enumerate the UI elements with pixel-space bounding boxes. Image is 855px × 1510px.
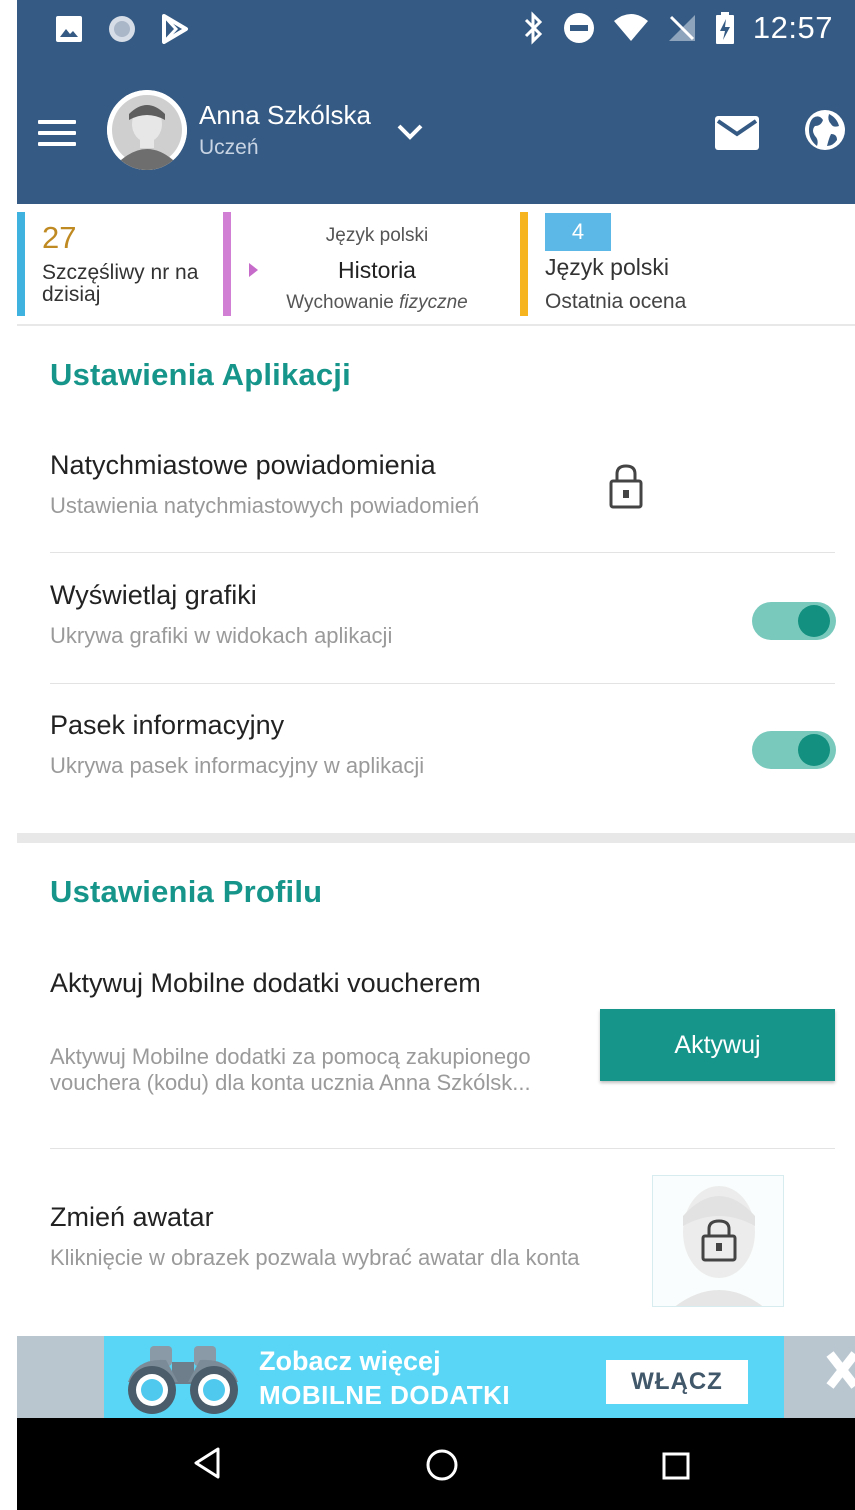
close-icon[interactable]	[826, 1348, 855, 1392]
circle-app-icon	[109, 16, 135, 42]
setting-subtitle: Ukrywa pasek informacyjny w aplikacji	[50, 753, 425, 778]
voucher-subtitle: Aktywuj Mobilne dodatki za pomocą zakupi…	[50, 1044, 531, 1095]
lesson-next-text: Wychowanie	[286, 292, 400, 313]
lock-icon[interactable]	[609, 463, 643, 509]
setting-title: Natychmiastowe powiadomienia	[50, 450, 436, 480]
back-icon[interactable]	[192, 1446, 222, 1480]
mail-icon[interactable]	[715, 116, 759, 150]
no-signal-icon	[668, 15, 695, 41]
section-separator	[17, 833, 855, 843]
home-icon[interactable]	[425, 1448, 459, 1482]
wifi-icon	[613, 14, 648, 41]
avatar[interactable]	[107, 90, 187, 170]
last-grade-badge[interactable]: 4	[545, 213, 611, 251]
setting-subtitle: Ustawienia natychmiastowych powiadomień	[50, 493, 480, 518]
user-name[interactable]: Anna Szkólska	[199, 100, 371, 131]
enable-addons-button[interactable]: WŁĄCZ	[606, 1360, 748, 1404]
battery-charging-icon	[715, 12, 734, 44]
setting-subtitle: Ukrywa grafiki w widokach aplikacji	[50, 623, 393, 648]
toggle-knob	[798, 734, 830, 766]
promo-banner[interactable]: Zobacz więcej MOBILNE DODATKI WŁĄCZ	[104, 1336, 784, 1418]
lesson-current[interactable]: Historia	[231, 257, 523, 284]
play-store-icon	[162, 14, 188, 44]
last-grade-subject: Język polski	[545, 254, 669, 280]
setting-title: Pasek informacyjny	[50, 710, 285, 740]
voucher-title: Aktywuj Mobilne dodatki voucherem	[50, 968, 481, 998]
last-grade-accent	[520, 212, 528, 316]
image-icon	[56, 16, 82, 42]
user-role: Uczeń	[199, 136, 259, 159]
toggle-knob	[798, 605, 830, 637]
status-left-icons	[55, 14, 189, 44]
placeholder-avatar-icon	[675, 1186, 763, 1306]
status-time: 12:57	[752, 10, 833, 45]
user-avatar-icon	[107, 90, 187, 170]
profile-settings-title: Ustawienia Profilu	[50, 874, 323, 909]
bluetooth-icon	[524, 11, 543, 45]
info-strip: 27 Szczęśliwy nr na dzisiaj Język polski…	[17, 208, 855, 320]
lucky-number[interactable]: 27	[42, 220, 76, 256]
avatar-picker[interactable]	[652, 1175, 784, 1307]
avatar-setting-title: Zmień awatar	[50, 1202, 214, 1232]
last-grade-label: Ostatnia ocena	[545, 290, 687, 313]
banner-subheadline: MOBILNE DODATKI	[259, 1380, 511, 1410]
divider	[17, 324, 855, 326]
setting-title: Wyświetlaj grafiki	[50, 580, 257, 610]
status-right-icons: 12:57	[523, 10, 833, 46]
do-not-disturb-icon	[563, 13, 594, 43]
lessons-accent	[223, 212, 231, 316]
binoculars-icon	[128, 1346, 238, 1414]
recent-apps-icon[interactable]	[662, 1452, 690, 1480]
app-header: Anna Szkólska Uczeń	[17, 62, 855, 204]
banner-headline: Zobacz więcej	[259, 1346, 441, 1376]
app-settings-title: Ustawienia Aplikacji	[50, 357, 351, 392]
status-bar: 12:57	[17, 0, 855, 62]
lucky-number-accent	[17, 212, 25, 316]
lesson-previous: Język polski	[325, 225, 429, 246]
divider	[50, 1148, 835, 1149]
lesson-next-italic: fizyczne	[399, 292, 468, 313]
chevron-down-icon[interactable]	[395, 122, 425, 142]
graphics-toggle[interactable]	[752, 602, 836, 640]
avatar-setting-subtitle: Kliknięcie w obrazek pozwala wybrać awat…	[50, 1245, 580, 1270]
menu-icon[interactable]	[38, 120, 76, 146]
divider	[50, 552, 835, 553]
activate-button[interactable]: Aktywuj	[600, 1009, 835, 1081]
lesson-next: Wychowanie fizyczne	[231, 292, 523, 314]
info-bar-toggle[interactable]	[752, 731, 836, 769]
lucky-number-label: Szczęśliwy nr na dzisiaj	[42, 261, 199, 306]
globe-icon[interactable]	[803, 108, 847, 152]
system-nav-bar	[17, 1418, 855, 1510]
screen-edge	[0, 0, 17, 1510]
divider	[50, 683, 835, 684]
